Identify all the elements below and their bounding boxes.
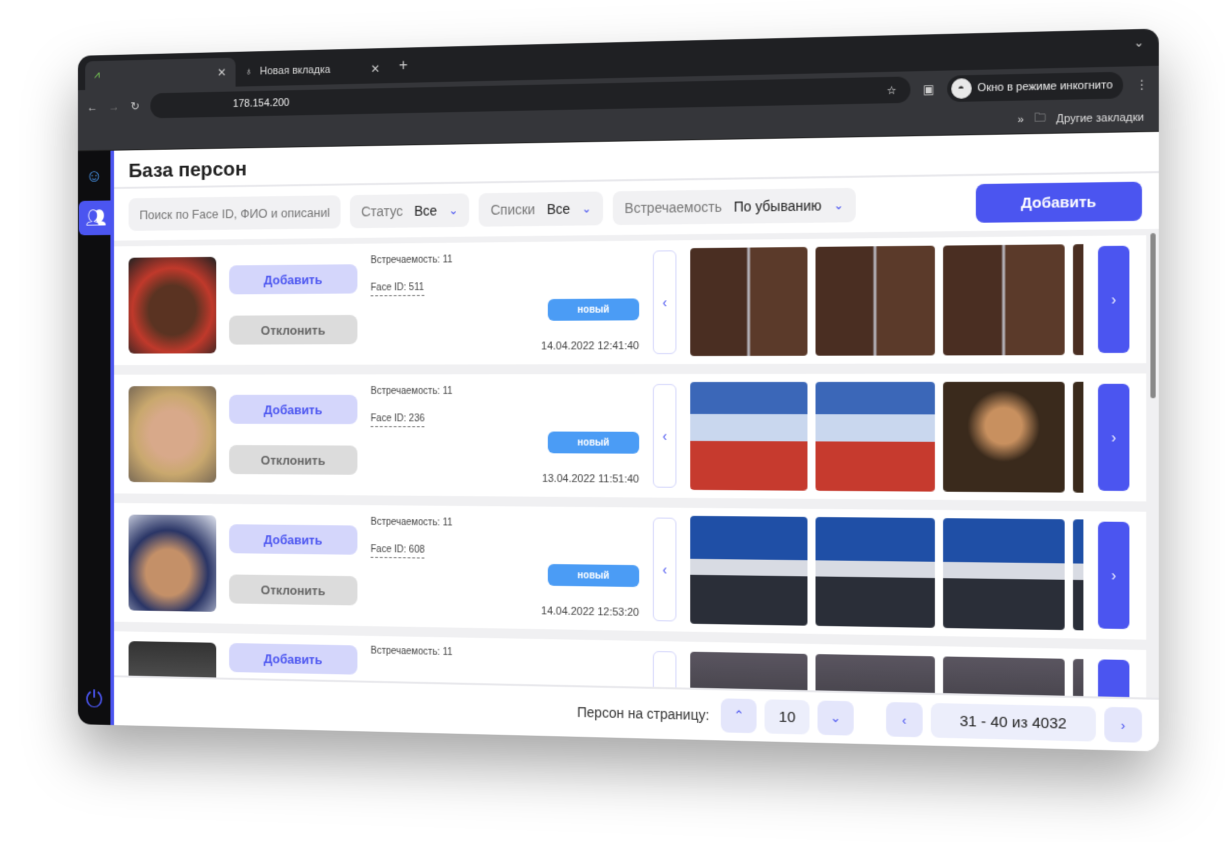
search-input[interactable]	[128, 195, 341, 231]
reload-icon[interactable]: ↻	[130, 99, 139, 113]
new-tab-button[interactable]: +	[389, 57, 417, 83]
add-button[interactable]: Добавить	[229, 643, 358, 675]
occurrence: Встречаемость: 11	[370, 516, 453, 529]
per-page-increase-button[interactable]: ⌃	[721, 698, 757, 734]
next-photos-button[interactable]: ›	[1098, 659, 1130, 698]
back-icon[interactable]: ←	[87, 100, 98, 114]
avatar	[128, 256, 217, 354]
status-badge: новый	[547, 563, 640, 588]
photo-thumbnail[interactable]	[1072, 519, 1084, 631]
incognito-icon: ◓	[950, 78, 972, 99]
photo-thumbnail[interactable]	[943, 656, 1065, 698]
page-range: 31 - 40 из 4032	[930, 702, 1096, 742]
photo-thumbnail[interactable]	[1072, 658, 1084, 698]
face-id-link[interactable]: Face ID: 608	[370, 544, 425, 559]
close-tab-icon[interactable]: ✕	[217, 66, 226, 80]
more-bookmarks-icon[interactable]: »	[1018, 113, 1024, 125]
photo-thumbnail[interactable]	[943, 518, 1065, 631]
per-page-decrease-button[interactable]: ⌄	[817, 700, 854, 736]
photo-thumbnail[interactable]	[1072, 381, 1084, 493]
prev-photos-button[interactable]: ‹	[652, 384, 677, 488]
photo-thumbnail[interactable]	[815, 516, 935, 628]
person-list: Добавить Отклонить Встречаемость: 11 Face …	[114, 229, 1159, 698]
url-text: 178.154.200	[232, 97, 290, 110]
status-badge: новый	[547, 431, 640, 454]
power-icon[interactable]: ⏻	[86, 686, 103, 713]
per-page-value: 10	[764, 699, 810, 735]
occurrence: Встречаемость: 11	[370, 645, 453, 659]
tab-app[interactable]: ⩘ ✕	[85, 57, 236, 91]
timestamp: 13.04.2022 11:51:40	[541, 473, 640, 486]
avatar	[128, 386, 217, 483]
photo-thumbnail[interactable]	[690, 246, 808, 357]
users-icon: 👥︎	[85, 207, 107, 228]
avatar	[128, 514, 217, 612]
photo-thumbnail[interactable]	[943, 381, 1065, 493]
filter-label: Списки	[490, 201, 536, 218]
timestamp: 14.04.2022 12:41:40	[541, 340, 640, 353]
scrollbar[interactable]	[1150, 233, 1156, 399]
face-id-link[interactable]: Face ID: 511	[370, 282, 424, 297]
photo-thumbnail[interactable]	[815, 245, 935, 356]
occurrence: Встречаемость: 11	[370, 386, 453, 397]
incognito-label: Окно в режиме инкогнито	[977, 79, 1113, 95]
filter-value: Все	[414, 202, 438, 219]
add-button[interactable]: Добавить	[229, 524, 358, 555]
person-row: Добавить Отклонить Встречаемость: 11 Face …	[114, 502, 1147, 640]
per-page-label: Персон на страницу:	[577, 704, 710, 724]
incognito-icon: ♁	[244, 65, 253, 78]
filter-label: Статус	[361, 203, 403, 220]
filter-value: Все	[546, 200, 571, 218]
chevron-down-icon: ⌄	[833, 198, 844, 213]
photo-thumbnail[interactable]	[690, 381, 808, 491]
add-person-button[interactable]: Добавить	[975, 181, 1142, 223]
reading-list-icon[interactable]: ▣	[923, 82, 935, 96]
next-photos-button[interactable]: ›	[1098, 521, 1130, 630]
close-tab-icon[interactable]: ✕	[371, 62, 380, 76]
photo-thumbnail[interactable]	[815, 381, 935, 492]
filter-value: По убыванию	[733, 197, 822, 215]
reject-button[interactable]: Отклонить	[229, 445, 358, 475]
sidebar-item-face-recognition[interactable]: ☺	[79, 158, 110, 193]
chevron-down-icon: ⌄	[581, 201, 592, 216]
add-button[interactable]: Добавить	[229, 394, 358, 425]
next-photos-button[interactable]: ›	[1098, 383, 1130, 491]
photo-thumbnail[interactable]	[1072, 244, 1084, 356]
folder-icon: 🗀	[1034, 112, 1046, 125]
sidebar: ☺ 👥︎ ⏻	[77, 150, 115, 726]
chevron-down-icon: ⌄	[448, 203, 459, 218]
reject-button[interactable]: Отклонить	[229, 314, 358, 345]
next-page-button[interactable]: ›	[1104, 706, 1142, 743]
prev-page-button[interactable]: ‹	[886, 701, 923, 738]
face-scan-icon: ☺	[85, 165, 103, 186]
menu-icon[interactable]: ⋮	[1136, 77, 1149, 92]
tab-new[interactable]: ♁ Новая вкладка ✕	[236, 54, 390, 87]
timestamp: 14.04.2022 12:53:20	[541, 605, 640, 619]
other-bookmarks[interactable]: Другие закладки	[1056, 111, 1144, 125]
sidebar-item-persons[interactable]: 👥︎	[78, 200, 114, 236]
add-button[interactable]: Добавить	[229, 264, 358, 295]
tab-search-chevron-icon[interactable]: ⌄	[1134, 35, 1145, 50]
status-badge: новый	[547, 298, 640, 321]
status-filter[interactable]: Статус Все ⌄	[349, 193, 470, 229]
app-logo-icon: ⩘	[94, 69, 100, 81]
occurrence: Встречаемость: 11	[370, 254, 453, 267]
occurrence-sort[interactable]: Встречаемость По убыванию ⌄	[612, 187, 856, 226]
bookmark-star-icon[interactable]: ☆	[886, 83, 896, 96]
next-photos-button[interactable]: ›	[1098, 245, 1130, 353]
prev-photos-button[interactable]: ‹	[652, 250, 677, 355]
lists-filter[interactable]: Списки Все ⌄	[479, 191, 604, 227]
photo-thumbnail[interactable]	[943, 244, 1065, 356]
person-row: Добавить Отклонить Встречаемость: 11 Face …	[114, 235, 1147, 366]
person-row: Добавить Отклонить Встречаемость: 11 Face …	[114, 373, 1147, 502]
reject-button[interactable]: Отклонить	[229, 574, 358, 606]
face-id-link[interactable]: Face ID: 236	[370, 413, 425, 428]
prev-photos-button[interactable]: ‹	[652, 517, 677, 622]
tab-label: Новая вкладка	[259, 64, 331, 78]
browser-window: ⩘ ✕ ♁ Новая вкладка ✕ + ⌄ ← → ↻ 178.154.200…	[77, 28, 1159, 752]
incognito-indicator[interactable]: ◓ Окно в режиме инкогнито	[946, 71, 1124, 103]
filter-label: Встречаемость	[624, 198, 722, 217]
forward-icon[interactable]: →	[109, 100, 120, 114]
photo-thumbnail[interactable]	[690, 515, 808, 626]
